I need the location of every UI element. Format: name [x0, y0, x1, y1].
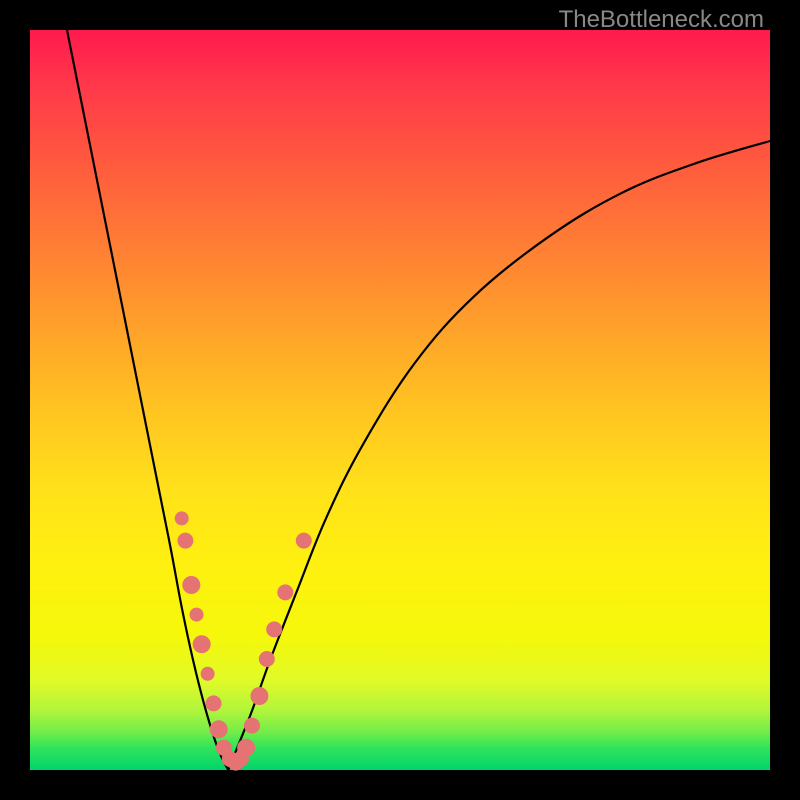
data-marker [277, 584, 293, 600]
data-marker [201, 667, 215, 681]
curve-right [228, 141, 770, 770]
data-marker [210, 720, 228, 738]
data-marker [193, 635, 211, 653]
chart-svg [30, 30, 770, 770]
data-marker [250, 687, 268, 705]
data-marker [259, 651, 275, 667]
data-marker [182, 576, 200, 594]
data-marker [206, 695, 222, 711]
data-marker [244, 718, 260, 734]
data-marker [266, 621, 282, 637]
data-marker [296, 533, 312, 549]
curve-left [67, 30, 228, 770]
data-marker [175, 511, 189, 525]
data-marker [177, 533, 193, 549]
data-marker [237, 739, 255, 757]
data-marker [190, 608, 204, 622]
watermark-text: TheBottleneck.com [559, 6, 764, 34]
